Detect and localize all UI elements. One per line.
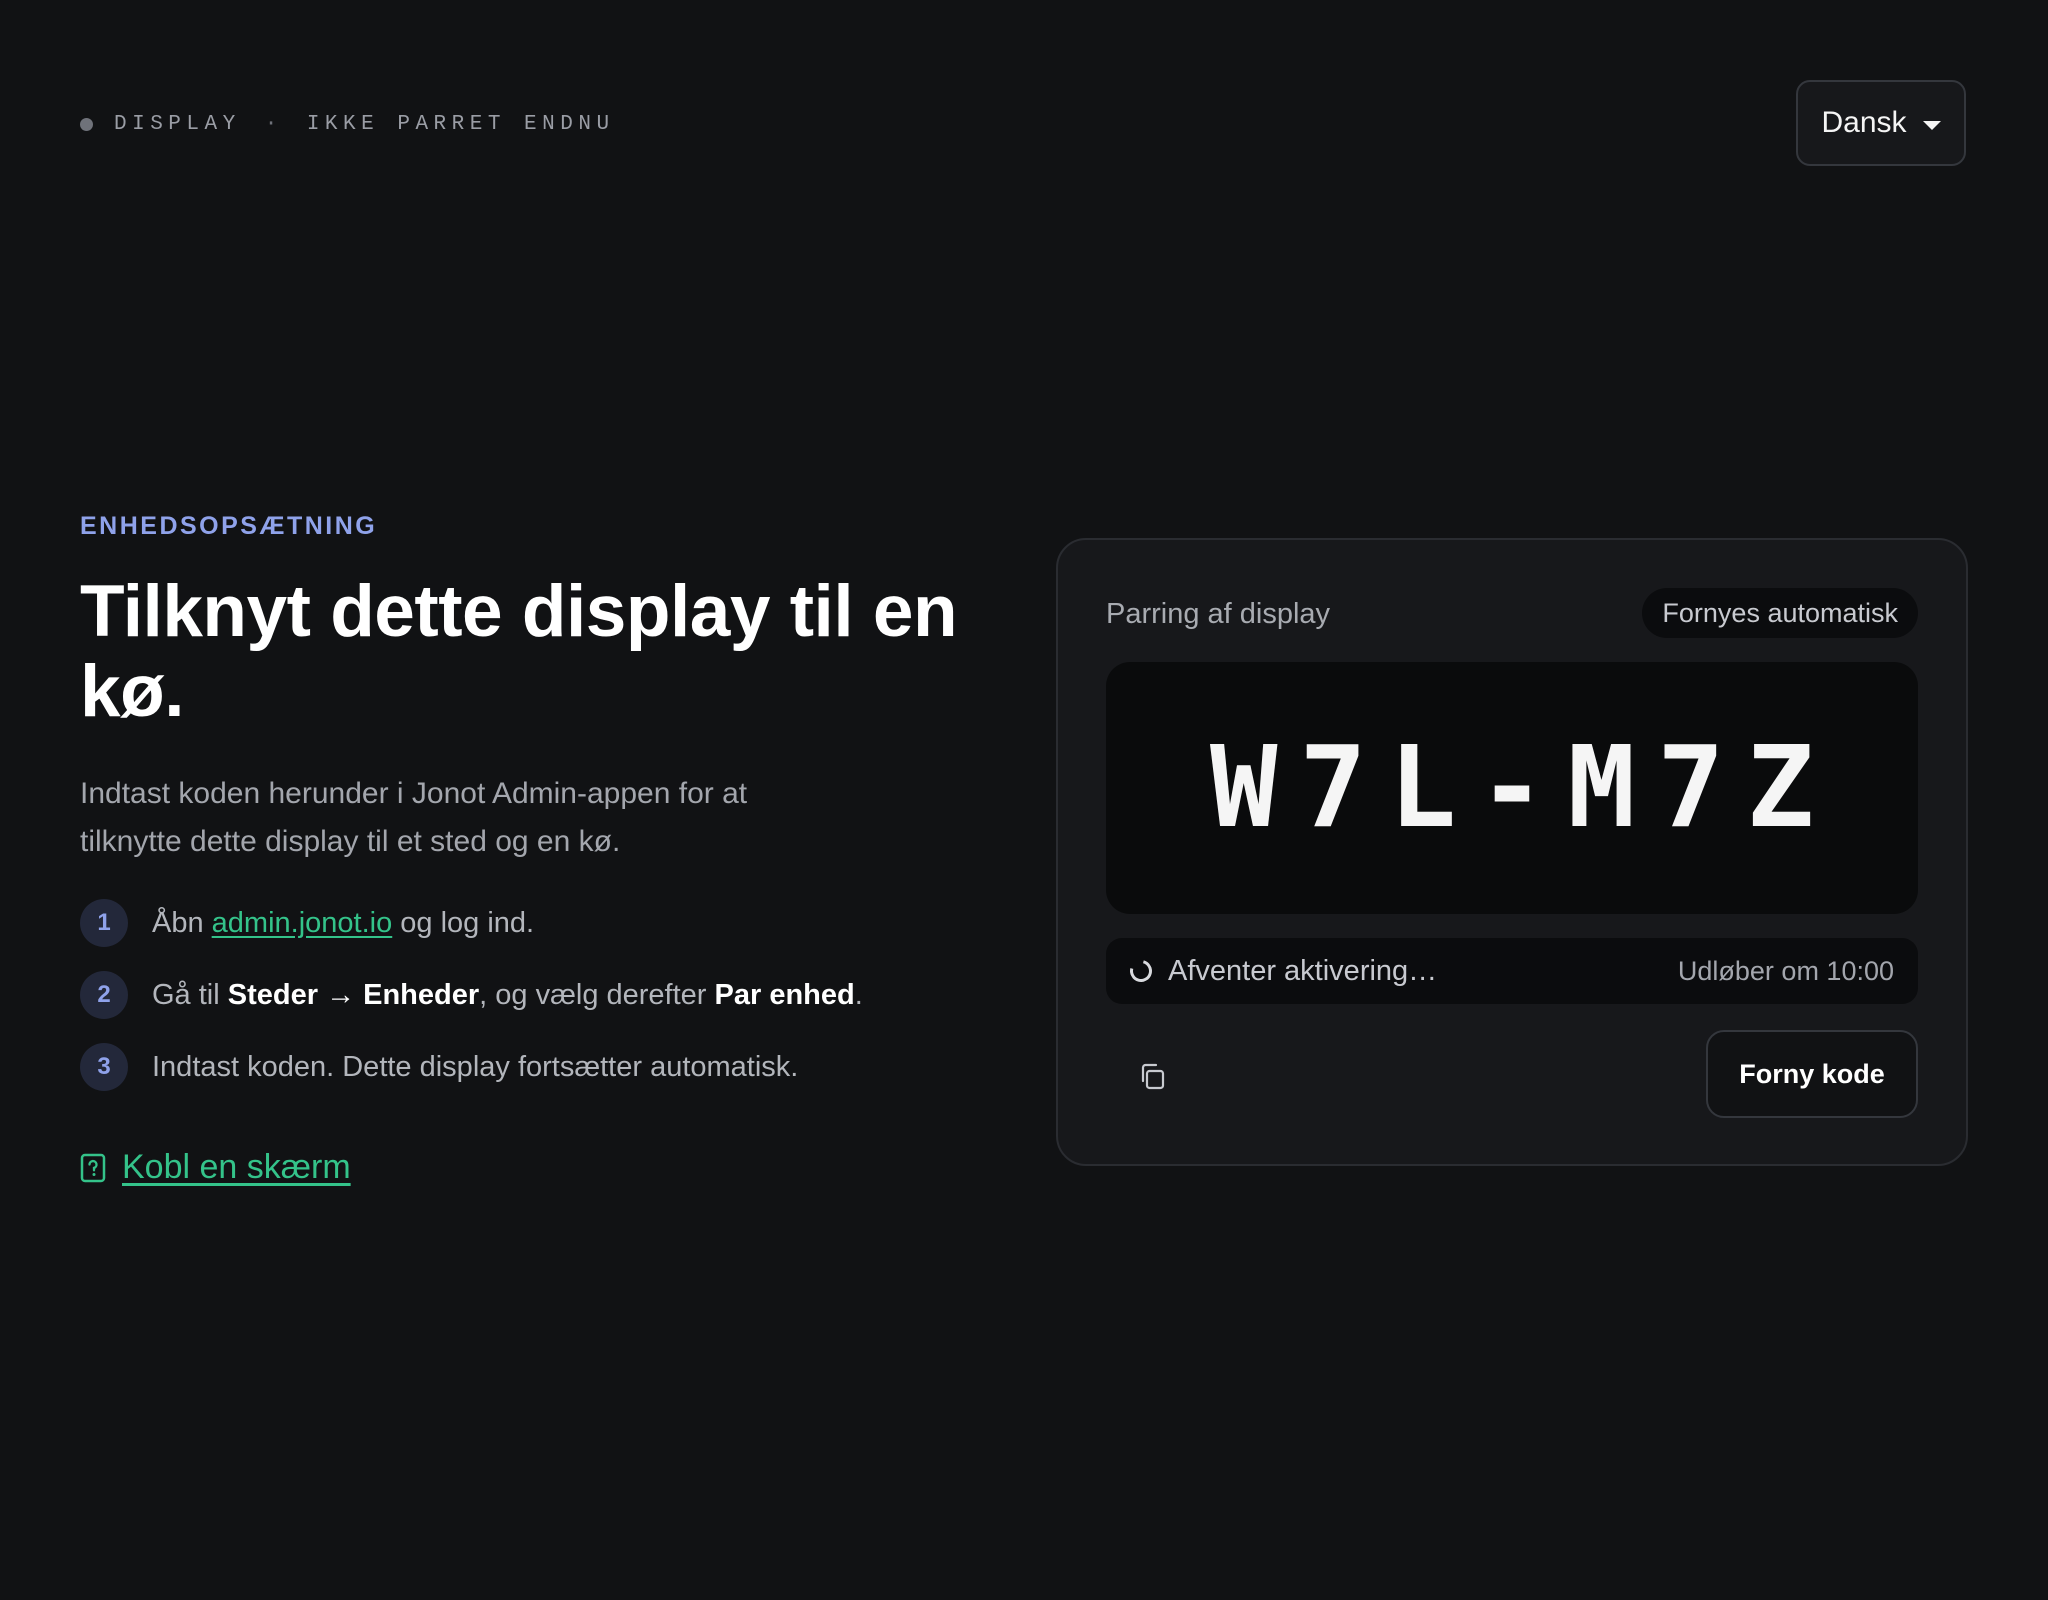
step-number: 2 — [80, 971, 128, 1019]
pairing-card: Parring af display Fornyes automatisk W7… — [1056, 538, 1968, 1166]
status-label: DISPLAY — [114, 113, 241, 136]
help-document-icon — [80, 1153, 106, 1182]
step-text: Gå til Steder → Enheder, og vælg derefte… — [152, 978, 863, 1011]
pairing-code-box: W7L-M7Z — [1106, 662, 1918, 914]
admin-link[interactable]: admin.jonot.io — [212, 907, 393, 939]
language-select[interactable]: Dansk — [1796, 80, 1966, 166]
step-item: 3 Indtast koden. Dette display fortsætte… — [80, 1042, 863, 1092]
step-item: 1 Åbn admin.jonot.io og log ind. — [80, 898, 863, 948]
expiry-timer: Udløber om 10:00 — [1677, 955, 1894, 986]
step-number: 3 — [80, 1043, 128, 1091]
pairing-code: W7L-M7Z — [1209, 723, 1836, 853]
auto-renew-badge: Fornyes automatisk — [1642, 588, 1918, 638]
renew-code-button[interactable]: Forny kode — [1706, 1030, 1918, 1118]
help-link[interactable]: Kobl en skærm — [80, 1148, 351, 1187]
page-description: Indtast koden herunder i Jonot Admin-app… — [80, 777, 748, 858]
card-title: Parring af display — [1106, 598, 1331, 630]
activation-status-text: Afventer aktivering… — [1168, 954, 1438, 987]
status-text: IKKE PARRET ENDNU — [306, 113, 615, 136]
step-text: Indtast koden. Dette display fortsætter … — [152, 1050, 799, 1083]
copy-code-button[interactable] — [1130, 1054, 1174, 1098]
status-separator: · — [264, 113, 283, 136]
step-item: 2 Gå til Steder → Enheder, og vælg deref… — [80, 970, 863, 1020]
step-nav-path: Steder → Enheder — [227, 978, 480, 1011]
pairing-page: DISPLAY · IKKE PARRET ENDNU Dansk ENHEDS… — [0, 0, 2048, 1600]
step-text: Åbn admin.jonot.io og log ind. — [152, 906, 535, 939]
status-dot-icon — [80, 118, 93, 131]
page-title: Tilknyt dette display til en kø. — [80, 571, 958, 732]
step-number: 1 — [80, 899, 128, 947]
section-eyebrow: ENHEDSOPSÆTNING — [80, 512, 378, 540]
language-value: Dansk — [1821, 106, 1907, 139]
pairing-status: DISPLAY · IKKE PARRET ENDNU — [80, 113, 615, 136]
copy-icon — [1141, 1063, 1165, 1090]
activation-status: Afventer aktivering… Udløber om 10:00 — [1106, 938, 1918, 1004]
help-link-label: Kobl en skærm — [122, 1148, 351, 1186]
caret-down-icon — [1922, 120, 1941, 130]
step-action-name: Par enhed — [714, 978, 855, 1011]
steps-list: 1 Åbn admin.jonot.io og log ind. 2 Gå ti… — [80, 898, 863, 1114]
spinner-icon — [1125, 955, 1157, 987]
